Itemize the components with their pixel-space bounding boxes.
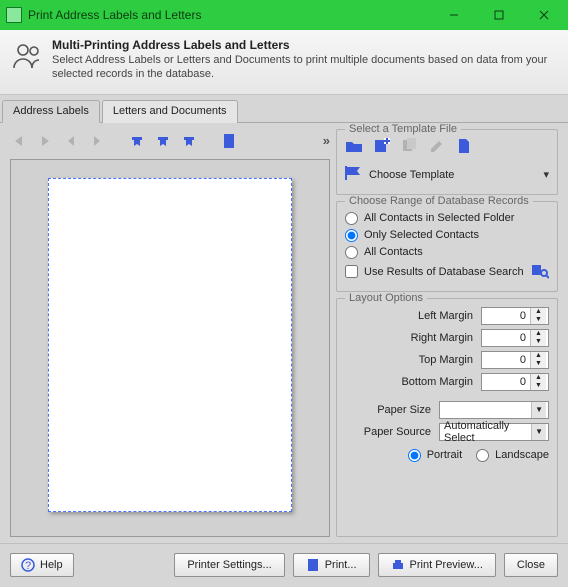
right-margin-label: Right Margin — [345, 332, 477, 344]
search-db-icon[interactable] — [531, 263, 549, 281]
radio-portrait-label: Portrait — [427, 449, 462, 461]
nav-next-icon[interactable] — [88, 132, 106, 150]
radio-folder[interactable] — [345, 212, 358, 225]
page-icon[interactable] — [220, 132, 238, 150]
chevron-down-icon: ▾ — [543, 168, 549, 181]
print-preview-button[interactable]: Print Preview... — [378, 553, 496, 577]
app-icon — [6, 7, 22, 23]
nav-prev-icon[interactable] — [62, 132, 80, 150]
document-icon[interactable] — [457, 138, 475, 156]
printer-settings-button[interactable]: Printer Settings... — [174, 553, 284, 577]
people-icon — [12, 40, 44, 72]
choose-template-label: Choose Template — [369, 169, 454, 181]
close-window-button[interactable] — [521, 0, 566, 30]
print-icon — [306, 558, 320, 572]
tab-address-labels[interactable]: Address Labels — [2, 100, 100, 123]
check-search-results[interactable] — [345, 265, 358, 278]
template-flag-icon — [345, 166, 363, 184]
template-legend: Select a Template File — [345, 123, 461, 135]
right-margin-input[interactable]: ▲▼ — [481, 329, 549, 347]
overflow-chevron-icon[interactable]: » — [323, 133, 330, 148]
radio-folder-label: All Contacts in Selected Folder — [364, 212, 514, 224]
paper-source-select[interactable]: Automatically Select▼ — [439, 423, 549, 441]
radio-all[interactable] — [345, 246, 358, 259]
help-button[interactable]: ? Help — [10, 553, 74, 577]
header-desc: Select Address Labels or Letters and Doc… — [52, 54, 556, 82]
new-template-icon[interactable] — [373, 138, 391, 156]
radio-selected-label: Only Selected Contacts — [364, 229, 479, 241]
edit-icon[interactable] — [429, 138, 447, 156]
template-icon-3[interactable] — [180, 132, 198, 150]
open-folder-icon[interactable] — [345, 138, 363, 156]
radio-landscape-label: Landscape — [495, 449, 549, 461]
bottom-margin-input[interactable]: ▲▼ — [481, 373, 549, 391]
paper-size-select[interactable]: ▼ — [439, 401, 549, 419]
svg-text:?: ? — [25, 560, 31, 572]
printer-icon — [391, 558, 405, 572]
preview-panel — [10, 159, 330, 537]
preview-page — [48, 178, 292, 512]
duplicate-icon[interactable] — [401, 138, 419, 156]
radio-portrait[interactable] — [408, 449, 421, 462]
check-search-label: Use Results of Database Search — [364, 266, 524, 278]
range-legend: Choose Range of Database Records — [345, 195, 533, 207]
left-margin-label: Left Margin — [345, 310, 477, 322]
choose-template-dropdown[interactable]: Choose Template ▾ — [345, 164, 549, 186]
layout-legend: Layout Options — [345, 292, 427, 304]
tab-letters-documents[interactable]: Letters and Documents — [102, 100, 238, 123]
print-button[interactable]: Print... — [293, 553, 370, 577]
paper-size-label: Paper Size — [345, 404, 435, 416]
nav-last-icon[interactable] — [36, 132, 54, 150]
close-button[interactable]: Close — [504, 553, 558, 577]
window-title: Print Address Labels and Letters — [28, 8, 201, 22]
nav-first-icon[interactable] — [10, 132, 28, 150]
template-icon-1[interactable] — [128, 132, 146, 150]
maximize-button[interactable] — [476, 0, 521, 30]
radio-landscape[interactable] — [476, 449, 489, 462]
minimize-button[interactable] — [431, 0, 476, 30]
header-title: Multi-Printing Address Labels and Letter… — [52, 38, 556, 52]
left-margin-input[interactable]: ▲▼ — [481, 307, 549, 325]
top-margin-label: Top Margin — [345, 354, 477, 366]
template-icon-2[interactable] — [154, 132, 172, 150]
bottom-margin-label: Bottom Margin — [345, 376, 477, 388]
paper-source-label: Paper Source — [345, 426, 435, 438]
radio-selected[interactable] — [345, 229, 358, 242]
help-icon: ? — [21, 558, 35, 572]
radio-all-label: All Contacts — [364, 246, 423, 258]
top-margin-input[interactable]: ▲▼ — [481, 351, 549, 369]
